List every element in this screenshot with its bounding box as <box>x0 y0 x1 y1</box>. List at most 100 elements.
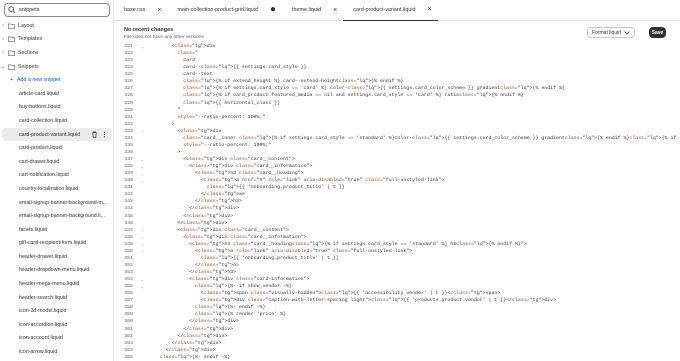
file-item[interactable]: card-product.liquid <box>0 141 113 155</box>
folder-templates[interactable]: › Templates <box>0 33 113 47</box>
search-input[interactable] <box>19 7 99 13</box>
code-line[interactable]: 334 class="card__inner class="lq">{% if … <box>114 135 680 142</box>
file-item[interactable]: buy-buttons.liquid <box>0 101 113 115</box>
code-line[interactable]: 330 " <box>114 107 680 114</box>
code-line[interactable]: 325 card--text <box>114 71 680 78</box>
file-item[interactable]: icon-accordion.liquid <box>0 318 113 332</box>
code-line[interactable]: 354 ⌄ <class="tg">div class="card-informa… <box>114 276 680 283</box>
code-line[interactable]: 358 class="lq">{%- endif -%} <box>114 304 680 311</box>
folder-layout[interactable]: › Layout <box>0 19 113 33</box>
code-line[interactable]: 339 ⌄ <class="tg">h3 class="card__heading… <box>114 170 680 177</box>
code-line[interactable]: 343 </class="tg">h3> <box>114 198 680 205</box>
fold-chevron-icon[interactable]: ⌄ <box>137 227 148 233</box>
fold-chevron-icon[interactable]: ⌄ <box>137 178 148 184</box>
code-line[interactable]: 344 </class="tg">div> <box>114 205 680 212</box>
close-icon[interactable]: × <box>428 6 432 13</box>
code-line[interactable]: 352 </class="tg">a> <box>114 262 680 269</box>
code-line[interactable]: 357 <class="tg">div class="caption-with-… <box>114 297 680 304</box>
fold-chevron-icon[interactable]: ⌄ <box>137 157 148 163</box>
code-text: </class="tg">h3> <box>148 270 237 276</box>
code-line[interactable]: 331 style="--ratio-percent: 100%;" <box>114 114 680 121</box>
file-item[interactable]: header-search.liquid <box>0 291 113 305</box>
fold-chevron-icon[interactable]: ⌄ <box>137 277 148 283</box>
file-item[interactable]: email-signup-banner-background-m... <box>0 196 113 210</box>
file-item[interactable]: article-card.liquid <box>0 87 113 101</box>
code-line[interactable]: 363 </class="tg">div> <box>114 340 680 347</box>
file-item[interactable]: card-collection.liquid <box>0 114 113 128</box>
code-line[interactable]: 328 class="lq">{% if card_product.featur… <box>114 92 680 99</box>
file-item[interactable]: icon-arrow.liquid <box>0 345 113 359</box>
file-item[interactable]: gift-card-recipient-form.liquid <box>0 237 113 251</box>
folder-sections[interactable]: › Sections <box>0 46 113 60</box>
fold-chevron-icon[interactable]: ⌄ <box>137 284 148 290</box>
close-icon[interactable]: × <box>333 7 337 14</box>
code-line[interactable]: 349 ⌄ <class="tg">h3 class="card__heading… <box>114 241 680 248</box>
tab-theme-liquid[interactable]: theme.liquid × <box>282 0 343 21</box>
code-line[interactable]: 323 card <box>114 57 680 64</box>
fold-chevron-icon[interactable]: ⌄ <box>137 248 148 254</box>
code-text: card--class="lq">{{ settings.card_style … <box>148 65 307 71</box>
code-line[interactable]: 336 > <box>114 149 680 156</box>
tab-card-product-variant-liquid[interactable]: card-product-variant.liquid × <box>343 0 438 21</box>
code-line[interactable]: 321 ⌄ <class="tg">div <box>114 43 680 50</box>
code-line[interactable]: 351 class="lq">{{ 'onboarding.product_ti… <box>114 255 680 262</box>
file-item[interactable]: facets.liquid <box>0 223 113 237</box>
file-item[interactable]: cart-notification.liquid <box>0 169 113 183</box>
code-editor[interactable]: 321 ⌄ <class="tg">div 322 class=" 323 card 3… <box>114 43 680 361</box>
code-line[interactable]: 327 class="lq">{% if settings.card_style… <box>114 85 680 92</box>
format-liquid-button[interactable]: Format liquid <box>587 27 635 38</box>
code-line[interactable]: 346 </class="tg">div> <box>114 220 680 227</box>
file-item[interactable]: header-mega-menu.liquid <box>0 277 113 291</box>
code-line[interactable]: 359 class="lq">{% render 'price' %} <box>114 311 680 318</box>
close-icon[interactable]: × <box>157 7 161 14</box>
fold-chevron-icon[interactable]: ⌄ <box>137 171 148 177</box>
code-line[interactable]: 350 ⌄ <class="tg">a role="link" aria-disa… <box>114 248 680 255</box>
file-item[interactable]: country-localization.liquid <box>0 182 113 196</box>
code-line[interactable]: 335 style="--ratio-percent: 100%;" <box>114 142 680 149</box>
code-line[interactable]: 362 </class="tg">div> <box>114 333 680 340</box>
code-line[interactable]: 347 ⌄ <class="tg">div class="card__conten… <box>114 227 680 234</box>
code-line[interactable]: 324 card--class="lq">{{ settings.card_st… <box>114 64 680 71</box>
file-item[interactable]: cart-drawer.liquid <box>0 155 113 169</box>
tab-main-collection-product-grid-liquid[interactable]: main-collection-product-grid.liquid ● <box>167 0 282 21</box>
code-line[interactable]: 332 > <box>114 121 680 128</box>
code-line[interactable]: 345 </class="tg">div> <box>114 213 680 220</box>
code-line[interactable]: 360 </class="tg">div> <box>114 318 680 325</box>
code-line[interactable]: 333 ⌄ <class="tg">div <box>114 128 680 135</box>
folder-snippets[interactable]: ⌄ Snippets <box>0 60 113 74</box>
code-line[interactable]: 340 ⌄ <class="tg">a href="#" role="link" … <box>114 177 680 184</box>
code-line[interactable]: 361 </class="tg">div> <box>114 326 680 333</box>
code-line[interactable]: 342 </class="tg">a> <box>114 191 680 198</box>
fold-chevron-icon[interactable]: ⌄ <box>137 234 148 240</box>
code-line[interactable]: 348 ⌄ <class="tg">div class="card__inform… <box>114 234 680 241</box>
file-item[interactable]: header-drawer.liquid <box>0 250 113 264</box>
line-number: 343 <box>124 199 133 205</box>
line-number: 344 <box>124 206 133 212</box>
fold-chevron-icon[interactable]: ⌄ <box>137 128 148 134</box>
save-button[interactable]: Save <box>649 27 666 38</box>
fold-chevron-icon[interactable]: ⌄ <box>137 44 148 50</box>
search-box[interactable] <box>4 3 110 17</box>
delete-icon[interactable] <box>91 131 98 138</box>
add-snippet-button[interactable]: + Add a new snippet <box>0 73 113 87</box>
code-line[interactable]: 337 ⌄ <class="tg">div class="card__conten… <box>114 156 680 163</box>
file-item[interactable]: icon-account.liquid <box>0 332 113 346</box>
code-line[interactable]: 338 ⌄ <class="tg">div class="card__inform… <box>114 163 680 170</box>
file-item[interactable]: email-signup-banner-background.li... <box>0 209 113 223</box>
fold-chevron-icon[interactable]: ⌄ <box>137 241 148 247</box>
code-line[interactable]: 356 <class="tg">span class="visually-hid… <box>114 290 680 297</box>
code-line[interactable]: 326 class="lq">{% if extend_height %} ca… <box>114 78 680 85</box>
code-line[interactable]: 353 </class="tg">h3> <box>114 269 680 276</box>
code-line[interactable]: 329 class="lq">{{ horizontal_class }} <box>114 100 680 107</box>
file-item[interactable]: header-dropdown-menu.liquid <box>0 264 113 278</box>
code-line[interactable]: 364 </class="tg">div> <box>114 347 680 354</box>
file-item[interactable]: card-product-variant.liquid <box>2 127 112 142</box>
fold-chevron-icon[interactable]: ⌄ <box>137 164 148 170</box>
more-icon[interactable] <box>101 131 108 138</box>
code-line[interactable]: 322 class=" <box>114 50 680 57</box>
code-line[interactable]: 341 class="lq">{{ 'onboarding.product_ti… <box>114 184 680 191</box>
tab-base-css[interactable]: base.css × <box>114 0 167 21</box>
code-line[interactable]: 365 class="lq">{%- endif -%} <box>114 354 680 361</box>
file-item[interactable]: icon-3d-model.liquid <box>0 304 113 318</box>
code-line[interactable]: 355 ⌄ class="lq">{%- if show_vendor -%} <box>114 283 680 290</box>
